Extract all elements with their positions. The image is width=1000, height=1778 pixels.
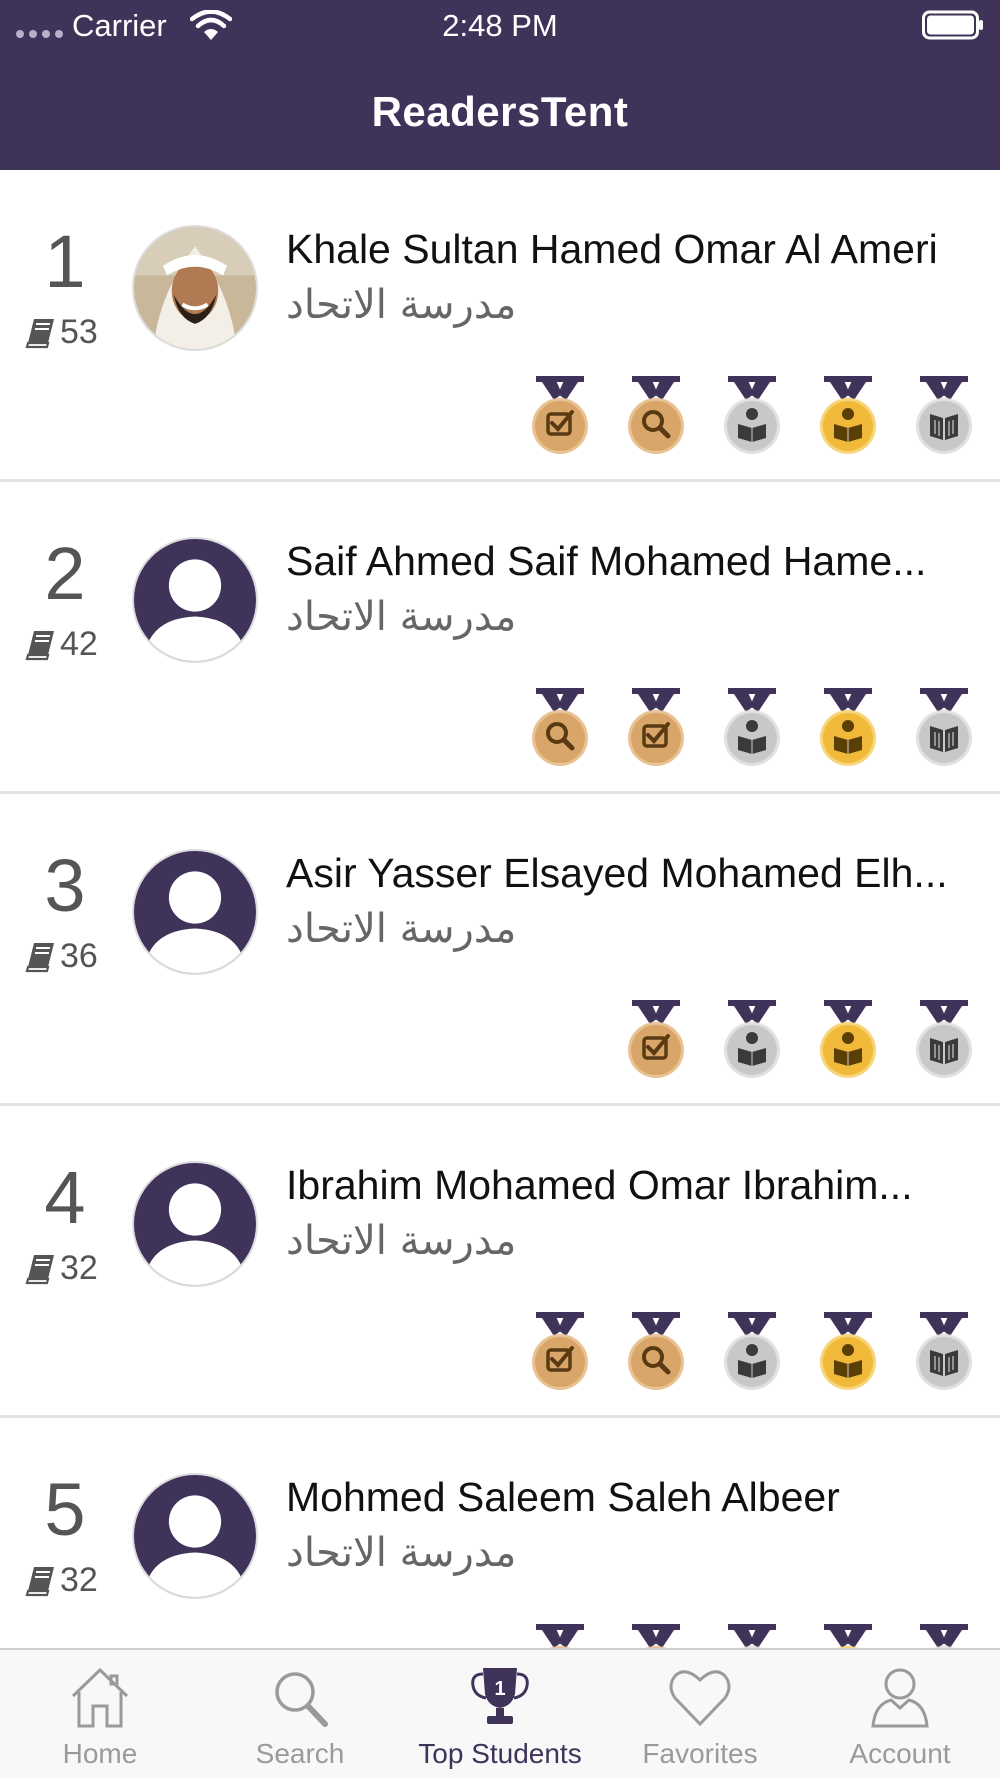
books-read-count: 42 xyxy=(24,624,98,664)
medals-row xyxy=(620,1000,980,1080)
medal-bronze-magnifier-icon xyxy=(620,1312,692,1392)
rank-number: 5 xyxy=(44,1468,86,1551)
medal-silver-open-book-icon xyxy=(908,1312,980,1392)
medal-bronze-checkbox-icon xyxy=(620,1000,692,1080)
medal-bronze-checkbox-icon xyxy=(620,688,692,768)
medal-silver-open-book-icon xyxy=(908,1000,980,1080)
book-count-icon xyxy=(25,1255,54,1285)
medal-bronze-magnifier-icon xyxy=(524,688,596,768)
tab-favorites[interactable]: Favorites xyxy=(600,1650,800,1778)
medal-silver-reader-icon xyxy=(716,376,788,456)
tab-home[interactable]: Home xyxy=(0,1650,200,1778)
rank-number: 4 xyxy=(44,1156,86,1239)
medal-bronze-checkbox-icon xyxy=(524,1624,596,1648)
medal-bronze-magnifier-icon xyxy=(620,376,692,456)
student-row[interactable]: 3 36 Asir Yasser Elsayed Mohamed Elh... مدر… xyxy=(0,794,1000,1106)
books-read-value: 42 xyxy=(60,624,98,663)
student-name: Ibrahim Mohamed Omar Ibrahim... xyxy=(286,1162,913,1208)
medals-row xyxy=(524,376,980,456)
tab-label: Top Students xyxy=(418,1738,582,1769)
tab-label: Favorites xyxy=(642,1738,758,1769)
battery-icon xyxy=(922,10,983,40)
student-name: Mohmed Saleem Saleh Albeer xyxy=(286,1474,840,1520)
medal-silver-open-book-icon xyxy=(908,688,980,768)
books-read-value: 36 xyxy=(60,936,98,975)
medal-silver-reader-icon xyxy=(716,1312,788,1392)
medal-silver-reader-icon xyxy=(716,688,788,768)
school-name: مدرسة الاتحاد xyxy=(286,594,517,640)
rank-number: 3 xyxy=(44,844,86,927)
tab-search[interactable]: Search xyxy=(200,1650,400,1778)
medals-row xyxy=(524,688,980,768)
medal-silver-open-book-icon xyxy=(908,1624,980,1648)
student-row[interactable]: 5 32 Mohmed Saleem Saleh Albeer مدرسة الاتح… xyxy=(0,1418,1000,1648)
status-bar: Carrier 2:48 PM xyxy=(0,0,1000,52)
books-read-count: 32 xyxy=(24,1560,98,1600)
student-row[interactable]: 1 53 Khale Sultan Hamed Omar Al Ameri مدرسة… xyxy=(0,170,1000,482)
medal-gold-reader-icon xyxy=(812,1000,884,1080)
tab-account[interactable]: Account xyxy=(800,1650,1000,1778)
books-read-value: 53 xyxy=(60,312,98,351)
medal-gold-reader-icon xyxy=(812,1312,884,1392)
books-read-value: 32 xyxy=(60,1248,98,1287)
medal-silver-open-book-icon xyxy=(908,376,980,456)
tab-label: Home xyxy=(62,1738,138,1769)
school-name: مدرسة الاتحاد xyxy=(286,1530,517,1576)
medal-gold-reader-icon xyxy=(812,1624,884,1648)
books-read-count: 32 xyxy=(24,1248,98,1288)
books-read-value: 32 xyxy=(60,1560,98,1599)
avatar xyxy=(132,1473,258,1599)
school-name: مدرسة الاتحاد xyxy=(286,1218,517,1264)
books-read-count: 53 xyxy=(24,312,98,352)
avatar xyxy=(132,225,258,351)
school-name: مدرسة الاتحاد xyxy=(286,282,517,328)
tab-bar: Home Search 1 Top Students Favorites Account xyxy=(0,1648,1000,1778)
tab-top-students[interactable]: 1 Top Students xyxy=(400,1650,600,1778)
svg-text:1: 1 xyxy=(494,1678,505,1700)
status-time: 2:48 PM xyxy=(442,8,558,43)
medal-bronze-checkbox-icon xyxy=(524,376,596,456)
top-students-list[interactable]: 1 53 Khale Sultan Hamed Omar Al Ameri مدرسة… xyxy=(0,170,1000,1648)
tab-label: Account xyxy=(849,1738,951,1769)
student-row[interactable]: 2 42 Saif Ahmed Saif Mohamed Hame... مدرسة … xyxy=(0,482,1000,794)
avatar xyxy=(132,537,258,663)
book-count-icon xyxy=(25,631,54,661)
rank-number: 2 xyxy=(44,532,86,615)
medals-row xyxy=(524,1312,980,1392)
book-count-icon xyxy=(25,319,54,349)
medals-row xyxy=(524,1624,980,1648)
medal-gold-reader-icon xyxy=(812,688,884,768)
book-count-icon xyxy=(25,1567,54,1597)
student-name: Asir Yasser Elsayed Mohamed Elh... xyxy=(286,850,948,896)
avatar xyxy=(132,849,258,975)
avatar xyxy=(132,1161,258,1287)
medal-gold-reader-icon xyxy=(812,376,884,456)
student-name: Saif Ahmed Saif Mohamed Hame... xyxy=(286,538,927,584)
medal-silver-reader-icon xyxy=(716,1624,788,1648)
medal-silver-reader-icon xyxy=(716,1000,788,1080)
rank-number: 1 xyxy=(44,220,86,303)
medal-bronze-magnifier-icon xyxy=(620,1624,692,1648)
school-name: مدرسة الاتحاد xyxy=(286,906,517,952)
page-title: ReadersTent xyxy=(371,88,629,135)
books-read-count: 36 xyxy=(24,936,98,976)
student-row[interactable]: 4 32 Ibrahim Mohamed Omar Ibrahim... مدرسة … xyxy=(0,1106,1000,1418)
medal-bronze-checkbox-icon xyxy=(524,1312,596,1392)
book-count-icon xyxy=(25,943,54,973)
student-name: Khale Sultan Hamed Omar Al Ameri xyxy=(286,226,938,272)
tab-label: Search xyxy=(255,1738,345,1769)
app-header: Carrier 2:48 PM ReadersTent xyxy=(0,0,1000,170)
